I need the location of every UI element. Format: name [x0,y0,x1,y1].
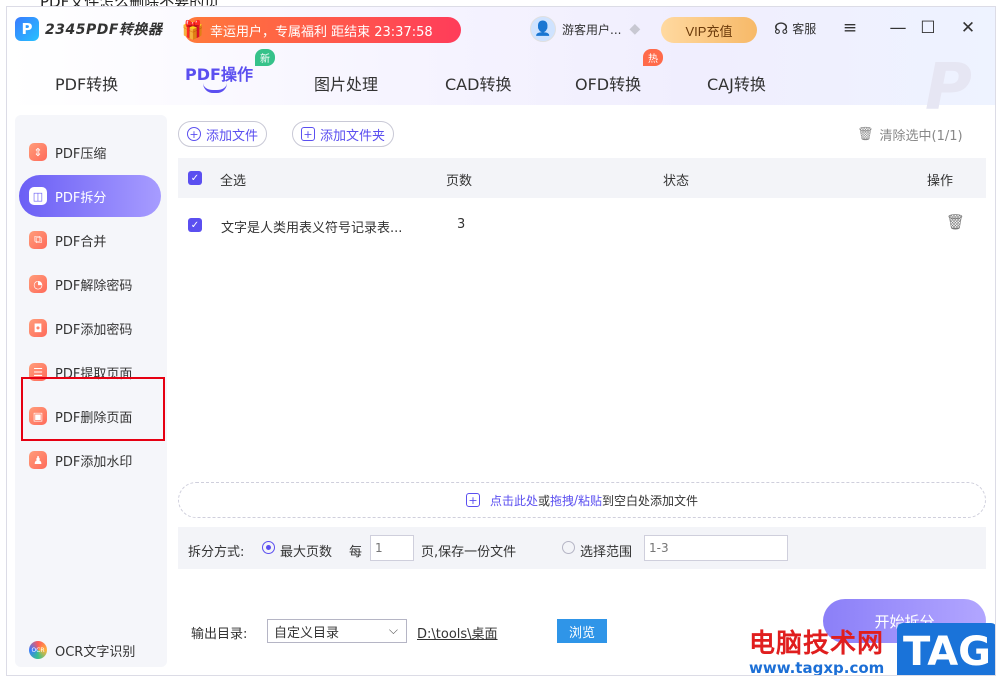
service-label: 客服 [792,22,817,36]
sidebar-item-label: PDF添加水印 [55,454,133,470]
drop-text-rest: 到空白处添加文件 [602,493,699,508]
tab-image-processing[interactable]: 图片处理 [314,71,378,95]
split-icon: ◫ [29,187,47,205]
watermark-tag-logo: TAG [897,623,995,675]
promo-banner[interactable]: 🎁 幸运用户，专属福利 距结束 23:37:58 [182,17,461,43]
range-input[interactable] [644,535,788,561]
logo-icon: P [15,17,39,41]
app-logo: P 2345PDF转换器 [15,17,162,41]
tab-pdf-convert[interactable]: PDF转换 [55,71,118,95]
trash-icon: 🗑 [857,127,874,142]
promo-text: 幸运用户，专属福利 距结束 23:37:58 [210,24,433,40]
hot-badge: 热 [643,49,663,66]
click-here-link[interactable]: 点击此处 [490,492,538,509]
max-pages-label: 最大页数 [280,545,333,560]
file-table-header: ✓ 全选 页数 状态 操作 [178,158,986,198]
user-profile[interactable]: 👤 游客用户... ◆ [530,16,640,42]
plus-square-icon: + [301,127,315,141]
drop-zone[interactable]: + 点击此处 或 拖拽 / 粘贴 到空白处添加文件 [178,482,986,518]
sidebar-item-split[interactable]: ◫ PDF拆分 [19,175,161,217]
tab-ofd-convert[interactable]: OFD转换 [575,71,641,95]
header-action: 操作 [927,174,954,189]
clear-selected-label: 清除选中(1/1) [879,129,963,144]
output-dir-label: 输出目录: [191,627,248,642]
highlight-annotation-box [21,377,165,441]
table-row[interactable]: ✓ 文字是人类用表义符号记录表... 3 🗑 [178,205,986,245]
add-folder-button[interactable]: + 添加文件夹 [292,121,395,147]
sidebar-item-add-watermark[interactable]: ♟ PDF添加水印 [19,439,161,481]
maximize-icon[interactable]: ☐ [917,17,939,39]
tab-cad-convert[interactable]: CAD转换 [445,71,511,95]
watermark-icon: ♟ [29,451,47,469]
customer-service-button[interactable]: ☊ 客服 [774,19,816,38]
range-radio[interactable] [562,541,575,554]
drag-link: 拖拽 [549,493,574,508]
unlock-icon: ◔ [29,275,47,293]
add-file-button[interactable]: + 添加文件 [178,121,268,147]
watermark-cn-text: 电脑技术网 [749,629,885,659]
paste-link: 粘贴 [578,493,603,508]
vip-recharge-button[interactable]: VIP充值 [661,17,757,43]
tab-pdf-operations[interactable]: PDF操作 [185,61,253,85]
sidebar-item-label: OCR文字识别 [55,644,136,660]
logo-text: 2345PDF转换器 [45,22,163,38]
main-nav: PDF转换 PDF操作 图片处理 CAD转换 OFD转换 CAJ转换 [7,61,995,101]
add-file-icon: + [465,493,480,507]
output-dir-select-value: 自定义目录 [274,625,340,641]
row-delete-icon[interactable]: 🗑 [946,213,965,231]
max-pages-radio[interactable] [262,541,275,554]
row-checkbox[interactable]: ✓ [188,218,202,232]
add-folder-label: 添加文件夹 [320,128,386,144]
new-badge: 新 [255,49,275,66]
sidebar-item-ocr[interactable]: OCR OCR文字识别 [19,629,161,671]
header-pages: 页数 [446,174,473,189]
header-status: 状态 [663,174,690,189]
sidebar-item-label: PDF添加密码 [55,322,133,338]
sidebar-item-add-password[interactable]: ◘ PDF添加密码 [19,307,161,349]
gift-icon: 🎁 [181,19,205,41]
select-all-checkbox[interactable]: ✓ [188,171,202,185]
row-pages: 3 [457,217,466,232]
sidebar-item-label: PDF合并 [55,234,107,250]
watermark-url: www.tagxp.com [749,659,885,676]
tab-caj-convert[interactable]: CAJ转换 [707,71,766,95]
output-dir-select[interactable]: 自定义目录 ⌵ [267,619,407,643]
pages-per-file-input[interactable] [370,535,414,561]
clear-selected-button[interactable]: 🗑 清除选中(1/1) [857,125,963,144]
diamond-icon: ◆ [629,21,641,37]
chevron-down-icon: ⌵ [388,623,398,637]
headset-icon: ☊ [774,19,789,38]
lock-icon: ◘ [29,319,47,337]
range-label: 选择范围 [580,545,633,560]
merge-icon: ⧉ [29,231,47,249]
browse-button[interactable]: 浏览 [557,619,607,643]
header-select-all: 全选 [220,174,247,189]
sidebar-item-merge[interactable]: ⧉ PDF合并 [19,219,161,261]
header: P 2345PDF转换器 🎁 幸运用户，专属福利 距结束 23:37:58 👤 … [7,7,995,125]
drop-text-or: 或 [537,493,550,508]
row-file-name: 文字是人类用表义符号记录表... [221,221,403,236]
compress-icon: ⇕ [29,143,47,161]
app-window: P 2345PDF转换器 🎁 幸运用户，专属福利 距结束 23:37:58 👤 … [6,6,996,676]
plus-circle-icon: + [187,127,201,141]
output-path-link[interactable]: D:\tools\桌面 [417,623,498,642]
sidebar-item-unlock[interactable]: ◔ PDF解除密码 [19,263,161,305]
user-name: 游客用户... [562,22,622,37]
every-label: 每 [349,545,363,560]
sidebar-item-compress[interactable]: ⇕ PDF压缩 [19,131,161,173]
menu-icon[interactable]: ≡ [839,17,861,39]
split-options-bar: 拆分方式: 最大页数 每 页,保存一份文件 选择范围 [178,527,986,569]
sidebar-item-label: PDF拆分 [55,190,107,206]
per-file-label: 页,保存一份文件 [421,545,517,560]
close-icon[interactable]: ✕ [957,17,979,39]
sidebar-item-label: PDF解除密码 [55,278,133,294]
ocr-icon: OCR [29,641,47,659]
site-watermark: 电脑技术网 www.tagxp.com TAG [749,621,995,676]
avatar: 👤 [530,16,556,42]
sidebar-item-label: PDF压缩 [55,146,107,162]
split-mode-label: 拆分方式: [188,545,245,560]
add-file-label: 添加文件 [206,128,259,144]
minimize-icon[interactable]: — [887,17,909,39]
